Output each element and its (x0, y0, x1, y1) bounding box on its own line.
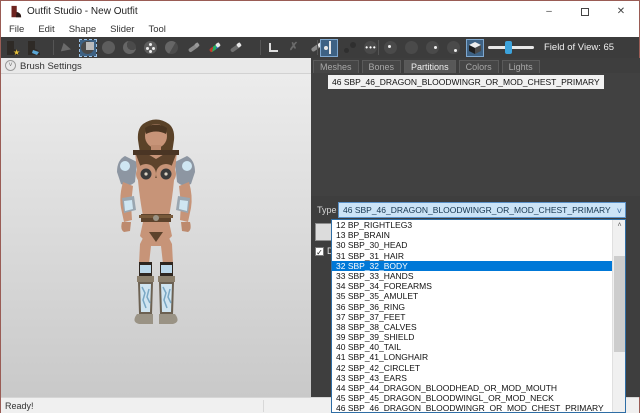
load-reference-icon[interactable] (25, 40, 41, 56)
dropdown-item[interactable]: 37 SBP_37_FEET (332, 312, 625, 322)
dropdown-item[interactable]: 44 SBP_44_DRAGON_BLOODHEAD_OR_MOD_MOUTH (332, 383, 625, 393)
move-brush-icon[interactable] (143, 40, 159, 56)
deflate-brush-icon[interactable] (122, 40, 138, 56)
vertex-display-icon[interactable] (321, 40, 337, 56)
alpha-brush-icon[interactable] (227, 40, 243, 56)
viewport-3d[interactable] (1, 74, 311, 397)
dropdown-item[interactable]: 34 SBP_34_FOREARMS (332, 281, 625, 291)
toolbar-separator (260, 40, 261, 55)
field-of-view-slider[interactable] (488, 41, 534, 54)
statusbar-divider (263, 400, 264, 412)
toolbar-separator (317, 40, 318, 55)
svg-text:★: ★ (13, 48, 20, 56)
combobox-value: 46 SBP_46_DRAGON_BLOODWINGR_OR_MOD_CHEST… (343, 205, 611, 215)
close-button[interactable]: ✕ (603, 1, 639, 23)
dropdown-item[interactable]: 12 BP_RIGHTLEG3 (332, 220, 625, 230)
edge-display-icon[interactable] (342, 40, 358, 56)
paint-brush-icon[interactable] (185, 40, 201, 56)
dropdown-item[interactable]: 13 BP_BRAIN (332, 230, 625, 240)
scrollbar-thumb[interactable] (614, 256, 625, 352)
menu-shape[interactable]: Shape (69, 23, 96, 37)
smooth-brush-icon[interactable] (164, 40, 180, 56)
partition-tree[interactable]: 46 SBP_46_DRAGON_BLOODWINGR_OR_MOD_CHEST… (311, 73, 640, 196)
partition-type-dropdown: 12 BP_RIGHTLEG3 13 BP_BRAIN 30 SBP_30_HE… (331, 219, 626, 413)
light-frontal-icon[interactable] (404, 40, 420, 56)
partition-type-combobox[interactable]: 46 SBP_46_DRAGON_BLOODWINGR_OR_MOD_CHEST… (338, 202, 626, 218)
wireframe-display-icon[interactable]: ••• (363, 40, 379, 56)
chevron-down-icon[interactable]: ˅ (5, 60, 16, 71)
menu-edit[interactable]: Edit (38, 23, 54, 37)
dropdown-item[interactable]: 35 SBP_35_AMULET (332, 291, 625, 301)
maximize-button[interactable] (567, 1, 603, 23)
menubar: File Edit Shape Slider Tool (1, 23, 639, 37)
light-ambient-icon[interactable] (383, 40, 399, 56)
dropdown-item[interactable]: 30 SBP_30_HEAD (332, 240, 625, 250)
dropdown-item[interactable]: 31 SBP_31_HAIR (332, 251, 625, 261)
menu-slider[interactable]: Slider (110, 23, 134, 37)
minimize-button[interactable]: – (531, 1, 567, 23)
titlebar[interactable]: Outfit Studio - New Outfit – ✕ (1, 1, 639, 23)
perspective-cube-icon[interactable] (467, 40, 483, 56)
toolbar-separator (53, 40, 54, 55)
load-outfit-icon[interactable]: ★ (4, 40, 20, 56)
dropdown-item[interactable]: 38 SBP_38_CALVES (332, 322, 625, 332)
status-message: Ready! (5, 401, 34, 411)
dropdown-item[interactable]: 43 SBP_43_EARS (332, 373, 625, 383)
dropdown-item[interactable]: 40 SBP_40_TAIL (332, 342, 625, 352)
dropdown-item[interactable]: 33 SBP_33_HANDS (332, 271, 625, 281)
dropdown-item[interactable]: 46 SBP_46_DRAGON_BLOODWINGR_OR_MOD_CHEST… (332, 403, 625, 413)
brush-settings-header[interactable]: ˅ Brush Settings (1, 58, 311, 74)
chevron-down-icon[interactable]: ˅ (617, 204, 622, 218)
dropdown-item[interactable]: 45 SBP_45_DRAGON_BLOODWINGL_OR_MOD_NECK (332, 393, 625, 403)
toolbar: ★ ✗ ••• (1, 37, 639, 58)
dropdown-item[interactable]: 39 SBP_39_SHIELD (332, 332, 625, 342)
light-directional-1-icon[interactable] (425, 40, 441, 56)
menu-tool[interactable]: Tool (148, 23, 165, 37)
slider-thumb[interactable] (505, 41, 512, 54)
type-label: Type (317, 205, 337, 215)
scroll-up-icon[interactable]: ˄ (613, 220, 626, 232)
dropdown-scrollbar[interactable]: ˄ (612, 220, 625, 412)
checkbox[interactable]: ✓ (315, 247, 324, 256)
light-directional-2-icon[interactable] (446, 40, 462, 56)
transform-tool-icon[interactable] (266, 40, 282, 56)
select-tool-icon[interactable] (59, 40, 75, 56)
field-of-view-label: Field of View: 65 (544, 42, 614, 53)
pivot-tool-icon[interactable]: ✗ (287, 40, 303, 56)
partition-tree-item-selected[interactable]: 46 SBP_46_DRAGON_BLOODWINGR_OR_MOD_CHEST… (328, 75, 604, 89)
window-title: Outfit Studio - New Outfit (27, 6, 138, 17)
toolbar-separator (378, 40, 379, 55)
app-logo-icon (8, 5, 22, 19)
dropdown-item-selected[interactable]: 32 SBP_32_BODY (332, 261, 625, 271)
dropdown-item[interactable]: 41 SBP_41_LONGHAIR (332, 352, 625, 362)
menu-file[interactable]: File (9, 23, 24, 37)
inflate-brush-icon[interactable] (101, 40, 117, 56)
maximize-icon (581, 8, 589, 16)
dropdown-item[interactable]: 36 SBP_36_RING (332, 302, 625, 312)
brush-settings-label: Brush Settings (20, 61, 82, 72)
dropdown-item[interactable]: 42 SBP_42_CIRCLET (332, 363, 625, 373)
character-model (91, 116, 221, 341)
color-paint-brush-icon[interactable] (206, 40, 222, 56)
mask-brush-icon[interactable] (80, 40, 96, 56)
app-window: Outfit Studio - New Outfit – ✕ File Edit… (0, 0, 640, 413)
